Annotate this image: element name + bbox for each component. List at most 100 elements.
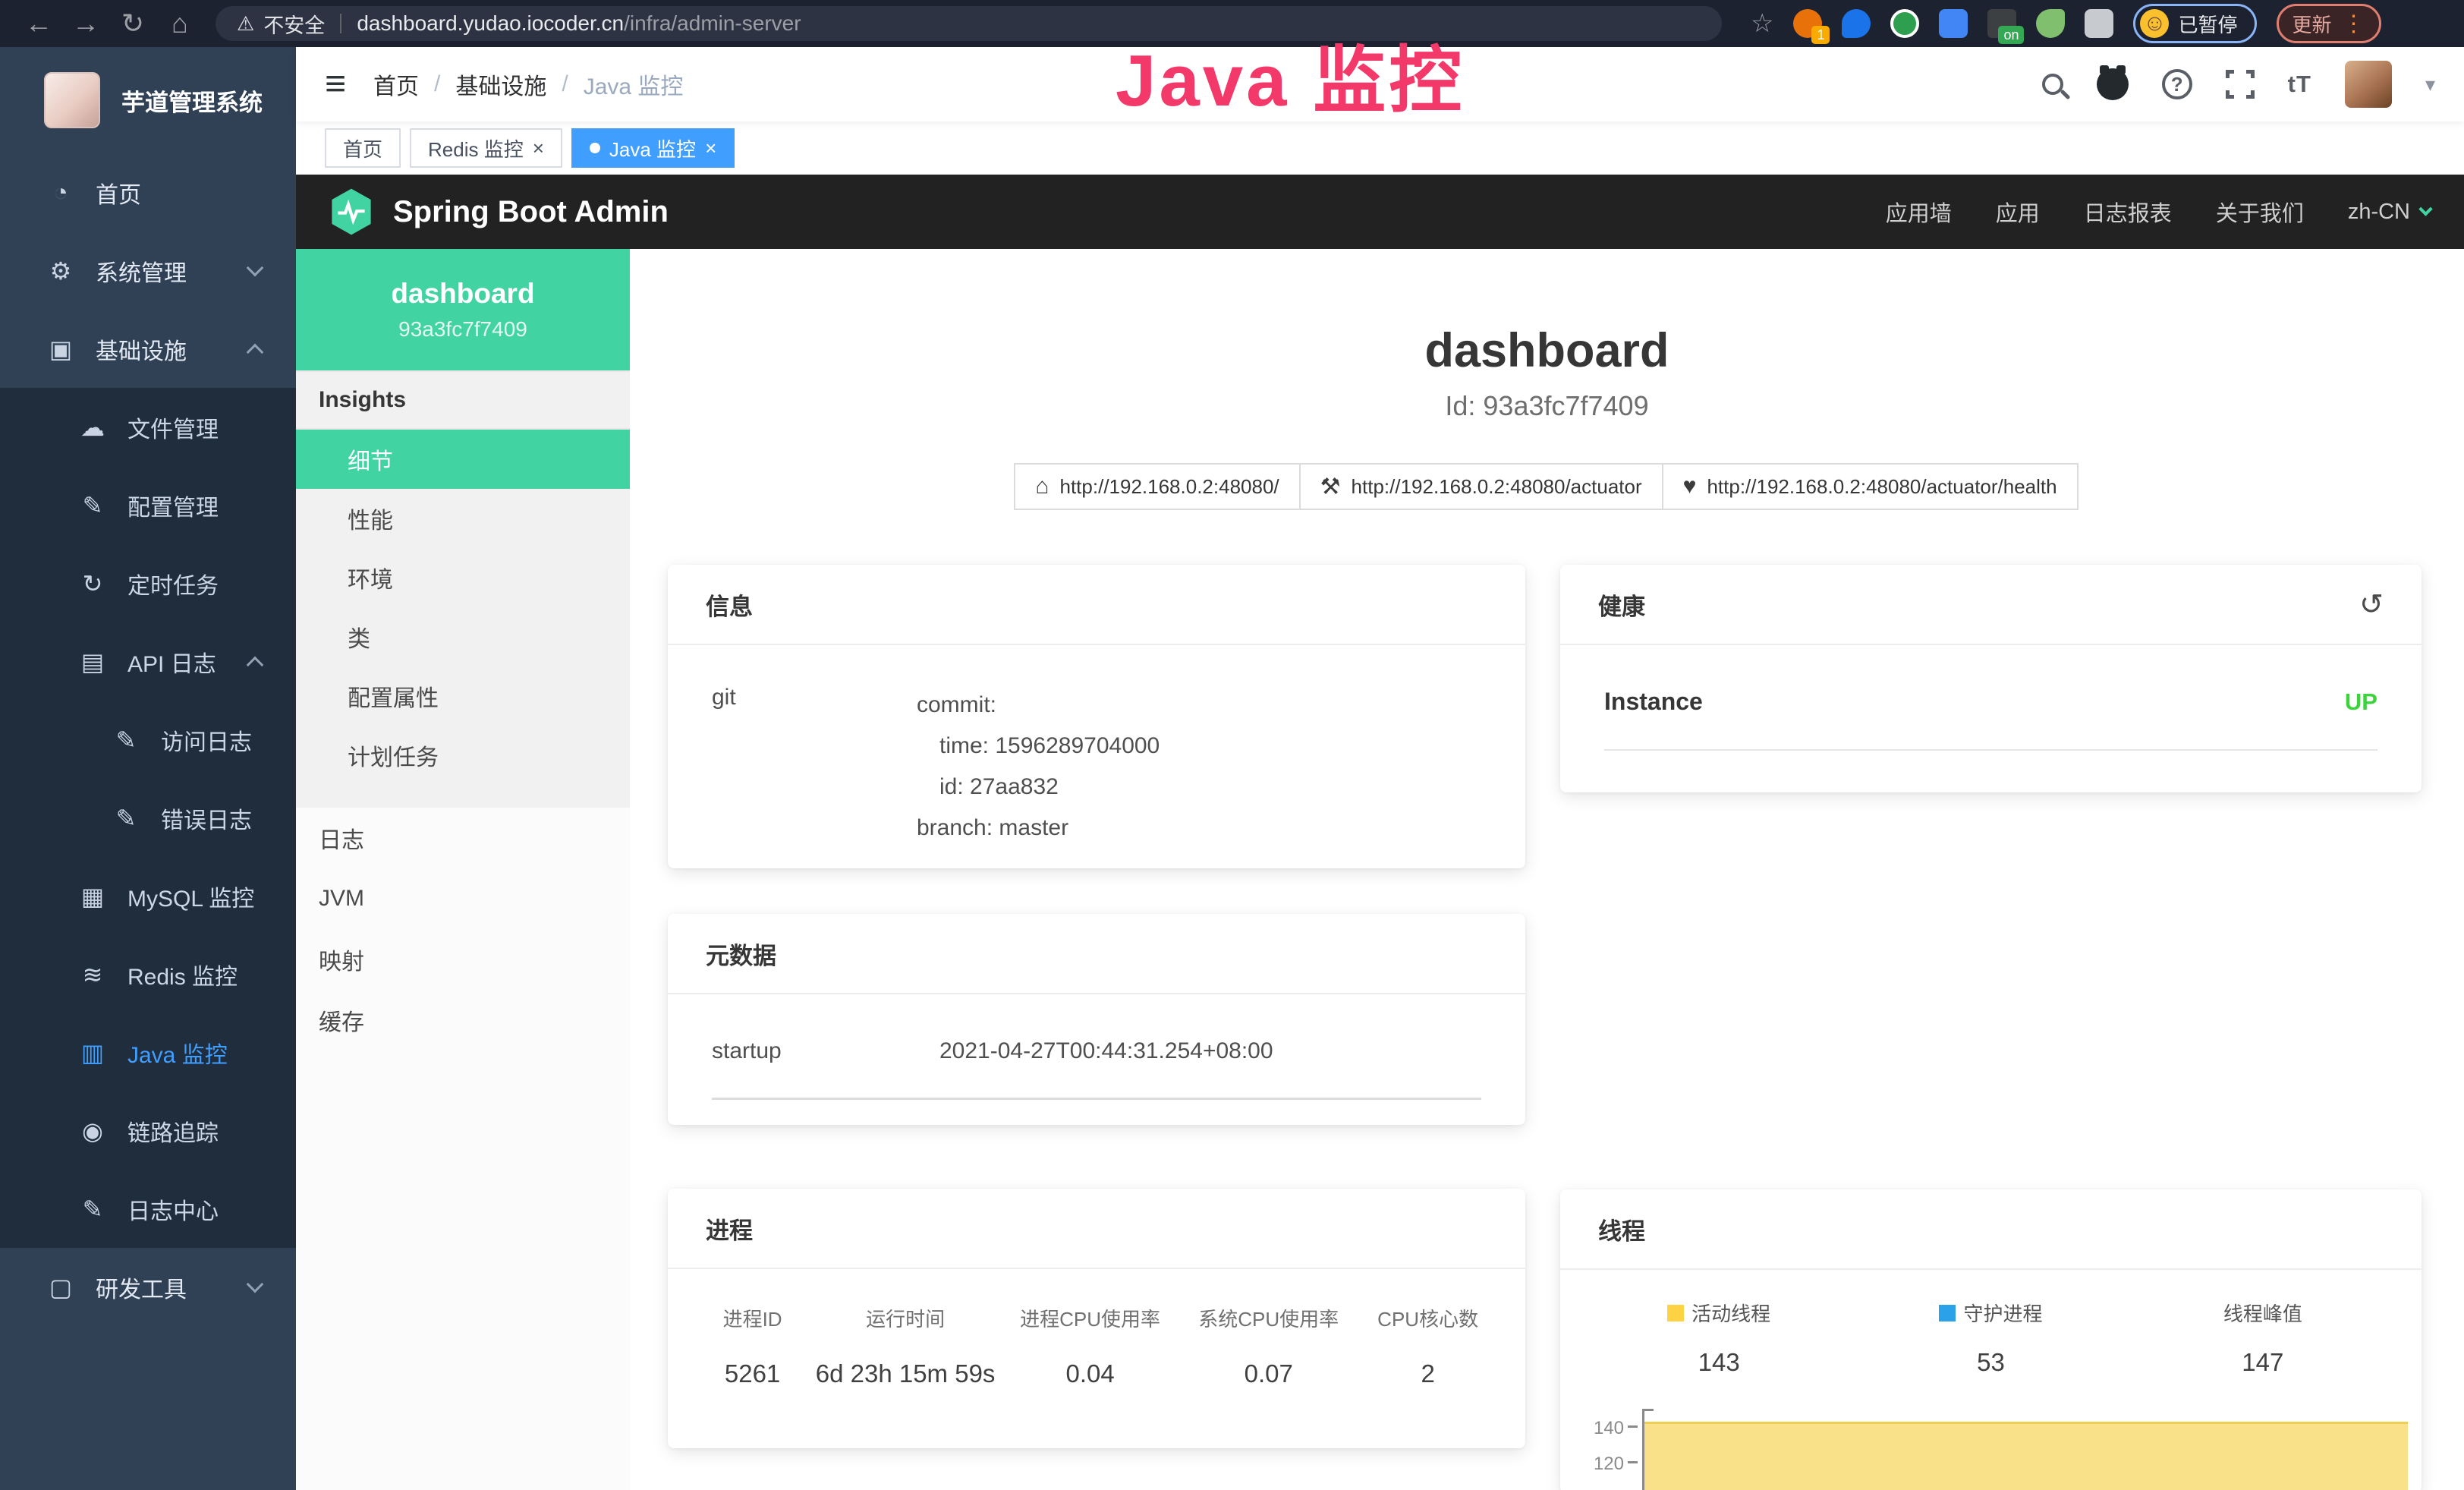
bookmark-star-icon[interactable]: ☆ [1751, 8, 1773, 39]
history-icon[interactable]: ↺ [2359, 587, 2384, 622]
sba-item-details[interactable]: 细节 [296, 430, 630, 489]
sidebar-item-redis[interactable]: ≋ Redis 监控 [0, 935, 296, 1013]
tab-redis-monitor[interactable]: Redis 监控 × [410, 128, 562, 168]
github-icon[interactable] [2097, 68, 2129, 100]
sidebar-item-config[interactable]: ✎ 配置管理 [0, 466, 296, 544]
sba-nav-journal[interactable]: 日志报表 [2084, 196, 2172, 228]
gear-icon: ⚙ [46, 257, 76, 285]
sidebar-item-label: Redis 监控 [127, 958, 238, 991]
sync-paused-label: 已暂停 [2178, 10, 2237, 38]
sidebar-item-files[interactable]: ☁ 文件管理 [0, 388, 296, 466]
yudao-sidebar: 芋道管理系统 ◔ 首页 ⚙ 系统管理 ▣ 基础设施 [0, 47, 296, 1490]
info-card: 信息 git commit: time: 1596289704000 id: 2… [668, 565, 1525, 868]
user-avatar[interactable] [2345, 61, 2392, 108]
sidebar-item-jobs[interactable]: ↻ 定时任务 [0, 544, 296, 622]
extensions-puzzle-icon[interactable] [2085, 9, 2113, 38]
sidebar-item-access-log[interactable]: ✎ 访问日志 [0, 701, 296, 779]
sba-item-metrics[interactable]: 性能 [296, 489, 630, 548]
address-bar[interactable]: ⚠ 不安全 dashboard.yudao.iocoder.cn/infra/a… [216, 6, 1722, 41]
yellow-swatch-icon [1667, 1305, 1684, 1321]
sba-item-scheduled-tasks[interactable]: 计划任务 [296, 726, 630, 785]
sba-nav-about[interactable]: 关于我们 [2216, 196, 2304, 228]
divider [712, 1098, 1481, 1100]
leaf-extension-icon[interactable] [2036, 9, 2065, 38]
sidebar-item-java-monitor[interactable]: ▥ Java 监控 [0, 1013, 296, 1092]
sidebar-item-mysql[interactable]: ▦ MySQL 监控 [0, 857, 296, 935]
sba-item-caches[interactable]: 缓存 [296, 990, 630, 1051]
security-label[interactable]: 不安全 [263, 9, 325, 39]
sba-item-logs[interactable]: 日志 [296, 808, 630, 868]
sidebar-item-devtools[interactable]: ▢ 研发工具 [0, 1248, 296, 1326]
sba-item-mappings[interactable]: 映射 [296, 929, 630, 990]
sidebar-item-label: 首页 [96, 176, 141, 209]
back-icon[interactable]: ← [15, 0, 62, 47]
sba-item-jvm[interactable]: JVM [296, 868, 630, 929]
api-log-icon: ▤ [77, 647, 108, 676]
col-header-cpu-cores: CPU核心数 [1358, 1304, 1498, 1332]
sba-nav: 应用墙 应用 日志报表 关于我们 zh-CN [1886, 196, 2431, 228]
sidebar-item-log-center[interactable]: ✎ 日志中心 [0, 1170, 296, 1248]
browser-menu-icon[interactable]: ⋮ [2343, 11, 2365, 37]
actuator-url: http://192.168.0.2:48080/actuator [1352, 475, 1642, 499]
sidebar-item-error-log[interactable]: ✎ 错误日志 [0, 779, 296, 857]
caret-down-icon[interactable]: ▾ [2425, 73, 2435, 96]
profile-chip[interactable]: ☺ 已暂停 [2133, 4, 2256, 43]
y-tick-140: 140 [1575, 1418, 1624, 1439]
sba-item-config-props[interactable]: 配置属性 [296, 666, 630, 726]
service-url-link[interactable]: ⌂ http://192.168.0.2:48080/ [1014, 463, 1300, 510]
tab-home[interactable]: 首页 [325, 128, 401, 168]
search-icon[interactable] [2042, 74, 2063, 95]
green-extension-icon[interactable] [1890, 9, 1919, 38]
info-value: commit: time: 1596289704000 id: 27aa832 … [917, 685, 1481, 849]
sba-nav-wallboard[interactable]: 应用墙 [1886, 196, 1952, 228]
tab-java-monitor[interactable]: Java 监控 × [571, 128, 735, 168]
sidebar-item-system[interactable]: ⚙ 系统管理 [0, 232, 296, 310]
insights-section-label: Insights [296, 372, 630, 430]
close-icon[interactable]: × [533, 137, 544, 160]
font-size-icon[interactable]: tT [2288, 71, 2311, 98]
fullscreen-icon[interactable] [2226, 70, 2255, 99]
sidebar-item-infra[interactable]: ▣ 基础设施 [0, 310, 296, 388]
breadcrumb-infra[interactable]: 基础设施 [455, 68, 546, 101]
status-badge: UP [2345, 688, 2377, 716]
pin-extension-icon[interactable] [1842, 9, 1871, 38]
help-icon[interactable]: ? [2162, 69, 2192, 99]
sidebar-item-trace[interactable]: ◉ 链路追踪 [0, 1092, 296, 1170]
grid-extension-icon[interactable] [1939, 9, 1968, 38]
sba-app-block[interactable]: dashboard 93a3fc7f7409 [296, 249, 630, 370]
sidebar-item-api-log[interactable]: ▤ API 日志 [0, 622, 296, 701]
metadata-card-title: 元数据 [668, 914, 1525, 994]
sba-item-environment[interactable]: 环境 [296, 548, 630, 607]
url-domain: dashboard.yudao.iocoder.cn [357, 11, 624, 35]
close-icon[interactable]: × [705, 137, 716, 160]
reload-icon[interactable]: ↻ [109, 0, 156, 47]
list-extension-icon[interactable]: on [1987, 9, 2016, 38]
forward-icon[interactable]: → [62, 0, 109, 47]
locale-selector[interactable]: zh-CN [2348, 200, 2431, 225]
actuator-url-link[interactable]: ⚒ http://192.168.0.2:48080/actuator [1299, 463, 1663, 510]
legend-daemon-threads: 守护进程 53 [1855, 1299, 2126, 1377]
sidebar-item-label: 文件管理 [127, 411, 219, 444]
app-logo [44, 72, 100, 128]
value-process-cpu: 0.04 [1001, 1359, 1179, 1388]
sidebar-item-label: 配置管理 [127, 489, 219, 522]
redis-icon: ≋ [77, 960, 108, 989]
value-system-cpu: 0.07 [1179, 1359, 1358, 1388]
sba-brand-title[interactable]: Spring Boot Admin [393, 195, 669, 229]
legend-daemon-value: 53 [1855, 1348, 2126, 1377]
dashboard-icon: ◔ [46, 178, 76, 206]
health-card-title: 健康 [1598, 587, 1645, 622]
log-icon: ✎ [111, 804, 141, 833]
sba-item-classes[interactable]: 类 [296, 607, 630, 666]
browser-home-icon[interactable]: ⌂ [156, 0, 203, 47]
update-browser-button[interactable]: 更新 ⋮ [2277, 4, 2381, 43]
breadcrumb: 首页 / 基础设施 / Java 监控 [373, 68, 683, 101]
breadcrumb-home[interactable]: 首页 [373, 68, 419, 101]
process-card-title: 进程 [668, 1189, 1525, 1269]
hamburger-icon[interactable]: ≡ [325, 66, 346, 102]
sba-nav-applications[interactable]: 应用 [1996, 196, 2040, 228]
extension-icon[interactable]: 1 [1793, 9, 1822, 38]
profile-avatar: ☺ [2140, 9, 2169, 38]
sidebar-item-home[interactable]: ◔ 首页 [0, 153, 296, 232]
health-url-link[interactable]: ♥ http://192.168.0.2:48080/actuator/heal… [1662, 463, 2079, 510]
